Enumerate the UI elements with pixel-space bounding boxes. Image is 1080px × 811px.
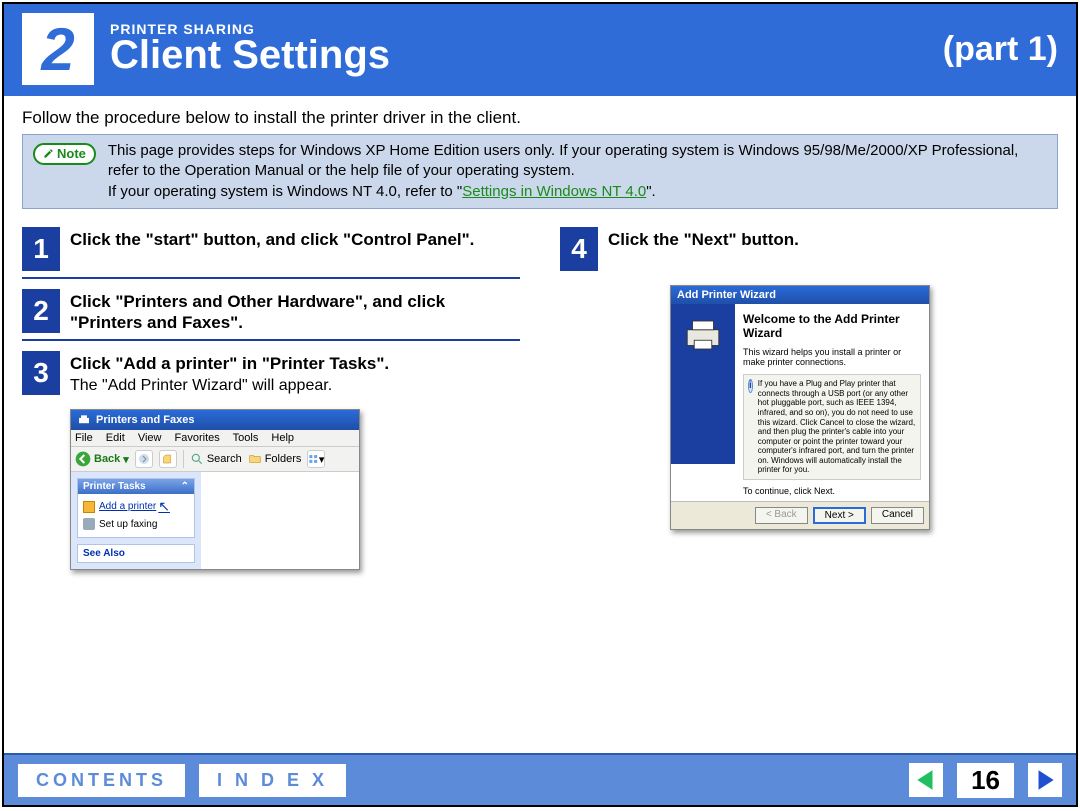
- note-line2-prefix: If your operating system is Windows NT 4…: [108, 183, 462, 200]
- back-button[interactable]: Back ▾: [75, 451, 129, 467]
- forward-button[interactable]: [135, 450, 153, 468]
- step-3: 3 Click "Add a printer" in "Printer Task…: [22, 347, 520, 401]
- window-title: Printers and Faxes: [71, 410, 359, 430]
- collapse-icon[interactable]: ⌃: [181, 481, 189, 492]
- wizard-cancel-button[interactable]: Cancel: [871, 507, 924, 524]
- views-button[interactable]: ▾: [307, 450, 325, 468]
- contents-button[interactable]: CONTENTS: [18, 764, 185, 797]
- menu-view[interactable]: View: [138, 432, 162, 444]
- printer-icon: [77, 413, 91, 427]
- forward-arrow-icon: [138, 453, 150, 465]
- step-1: 1 Click the "start" button, and click "C…: [22, 223, 520, 279]
- wizard-title: Add Printer Wizard: [671, 286, 929, 304]
- folders-label: Folders: [265, 453, 302, 465]
- folder-up-icon: [162, 453, 174, 465]
- step-subtext: The "Add Printer Wizard" will appear.: [70, 377, 520, 395]
- pencil-icon: [43, 148, 54, 159]
- printer-tasks-panel: Printer Tasks ⌃ Add a printer↖ Set up fax…: [77, 478, 195, 538]
- add-printer-icon: [83, 501, 95, 513]
- setup-faxing-label: Set up faxing: [99, 519, 157, 530]
- add-printer-wizard-screenshot: Add Printer Wizard Welcome to the Add Pr…: [670, 285, 930, 530]
- page-number: 16: [957, 763, 1014, 798]
- section-title: Client Settings: [110, 33, 943, 78]
- wizard-info-box: i If you have a Plug and Play printer th…: [743, 374, 921, 480]
- fax-icon: [83, 518, 95, 530]
- next-triangle-icon: [1032, 767, 1058, 793]
- note-label: Note: [57, 145, 86, 163]
- add-printer-label: Add a printer: [99, 501, 156, 512]
- folders-button[interactable]: Folders: [248, 452, 302, 466]
- step-title: Click "Printers and Other Hardware", and…: [70, 291, 520, 334]
- note-text: This page provides steps for Windows XP …: [108, 141, 1047, 202]
- tasks-header: Printer Tasks: [83, 481, 146, 492]
- wizard-desc: This wizard helps you install a printer …: [743, 347, 921, 369]
- nt40-link[interactable]: Settings in Windows NT 4.0: [462, 183, 646, 200]
- info-icon: i: [748, 379, 753, 393]
- right-column: 4 Click the "Next" button. Add Printer W…: [560, 223, 1058, 571]
- note-line1: This page provides steps for Windows XP …: [108, 142, 1018, 179]
- step-number: 3: [22, 351, 60, 395]
- printer-large-icon: [682, 314, 724, 356]
- pf-main-area: [201, 472, 359, 569]
- wizard-heading: Welcome to the Add Printer Wizard: [743, 312, 921, 341]
- wizard-sidebar: [671, 304, 735, 464]
- step-title: Click the "start" button, and click "Con…: [70, 229, 520, 250]
- printers-faxes-screenshot: Printers and Faxes File Edit View Favori…: [70, 409, 360, 570]
- up-button[interactable]: [159, 450, 177, 468]
- menu-bar: File Edit View Favorites Tools Help: [71, 430, 359, 447]
- search-icon: [190, 452, 204, 466]
- intro-text: Follow the procedure below to install th…: [22, 108, 1058, 128]
- menu-tools[interactable]: Tools: [233, 432, 259, 444]
- menu-help[interactable]: Help: [271, 432, 294, 444]
- step-title: Click the "Next" button.: [608, 229, 1058, 250]
- page-header: 2 PRINTER SHARING Client Settings (part …: [4, 4, 1076, 96]
- step-number: 2: [22, 289, 60, 333]
- back-arrow-icon: [75, 451, 91, 467]
- see-also-header: See Also: [78, 545, 194, 562]
- step-number: 1: [22, 227, 60, 271]
- folders-icon: [248, 452, 262, 466]
- search-button[interactable]: Search: [190, 452, 242, 466]
- toolbar: Back ▾ Search Folders ▾: [71, 447, 359, 472]
- wizard-footer: < Back Next > Cancel: [671, 501, 929, 529]
- note-badge: Note: [33, 143, 96, 165]
- see-also-panel: See Also: [77, 544, 195, 563]
- step-4: 4 Click the "Next" button.: [560, 223, 1058, 277]
- index-button[interactable]: I N D E X: [199, 764, 346, 797]
- wizard-info-text: If you have a Plug and Play printer that…: [758, 379, 916, 475]
- window-title-text: Printers and Faxes: [96, 414, 194, 426]
- wizard-next-button[interactable]: Next >: [813, 507, 866, 524]
- menu-favorites[interactable]: Favorites: [175, 432, 220, 444]
- views-icon: [308, 453, 318, 465]
- left-column: 1 Click the "start" button, and click "C…: [22, 223, 520, 571]
- prev-triangle-icon: [913, 767, 939, 793]
- add-printer-link[interactable]: Add a printer↖: [83, 498, 189, 515]
- step-title: Click "Add a printer" in "Printer Tasks"…: [70, 353, 520, 374]
- setup-faxing-link[interactable]: Set up faxing: [83, 518, 189, 530]
- wizard-back-button[interactable]: < Back: [755, 507, 808, 524]
- chapter-number: 2: [22, 13, 94, 85]
- step-2: 2 Click "Printers and Other Hardware", a…: [22, 285, 520, 342]
- page-footer: CONTENTS I N D E X 16: [4, 753, 1076, 805]
- note-box: Note This page provides steps for Window…: [22, 134, 1058, 209]
- menu-edit[interactable]: Edit: [106, 432, 125, 444]
- search-label: Search: [207, 453, 242, 465]
- next-page-button[interactable]: [1028, 763, 1062, 797]
- wizard-continue: To continue, click Next.: [743, 486, 921, 497]
- back-label: Back: [94, 453, 120, 465]
- step-number: 4: [560, 227, 598, 271]
- cursor-icon: ↖: [158, 498, 170, 515]
- menu-file[interactable]: File: [75, 432, 93, 444]
- section-part: (part 1): [943, 30, 1058, 69]
- note-line2-suffix: ".: [646, 183, 656, 200]
- prev-page-button[interactable]: [909, 763, 943, 797]
